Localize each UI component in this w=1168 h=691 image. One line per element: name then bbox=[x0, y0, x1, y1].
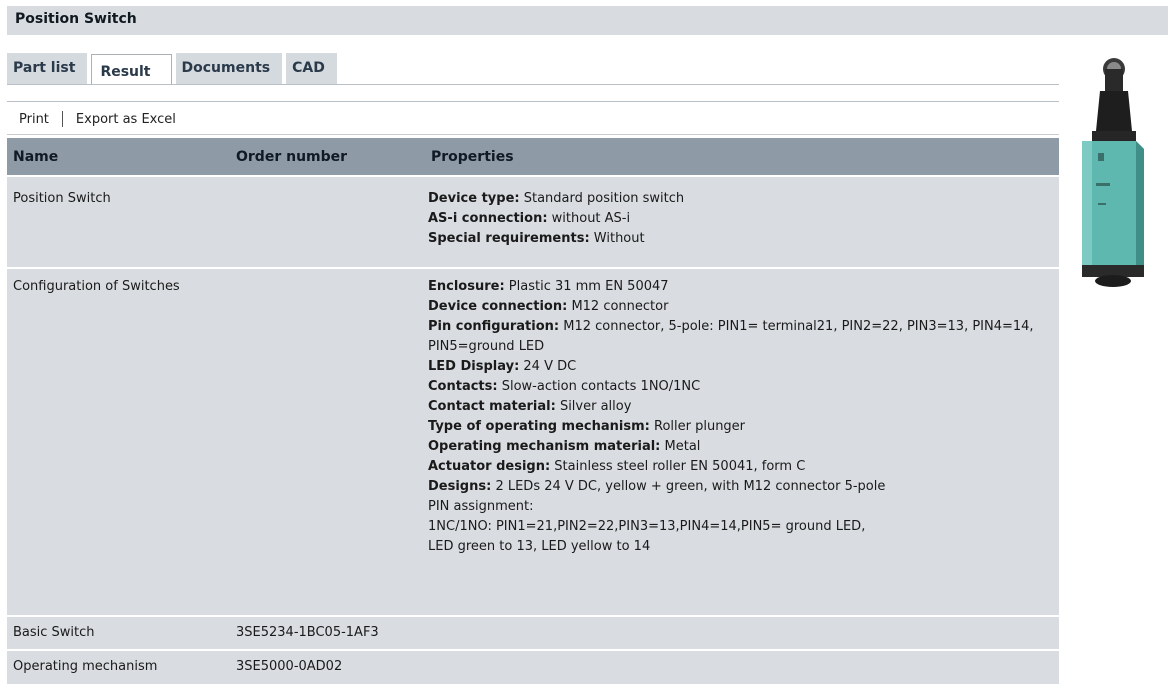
property-key: Type of operating mechanism: bbox=[428, 419, 650, 434]
column-header-order-number: Order number bbox=[230, 138, 425, 176]
pin-assignment-line: PIN assignment: bbox=[428, 499, 534, 514]
row-name: Configuration of Switches bbox=[7, 267, 230, 616]
property-line: Designs: 2 LEDs 24 V DC, yellow + green,… bbox=[428, 477, 1055, 497]
row-order-number bbox=[230, 267, 425, 616]
property-value: 2 LEDs 24 V DC, yellow + green, with M12… bbox=[491, 479, 886, 494]
property-line: AS-i connection: without AS-i bbox=[428, 209, 1055, 229]
pin-assignment-line: 1NC/1NO: PIN1=21,PIN2=22,PIN3=13,PIN4=14… bbox=[428, 519, 866, 534]
property-value: Roller plunger bbox=[649, 419, 746, 434]
row-properties: Enclosure: Plastic 31 mm EN 50047 Device… bbox=[425, 267, 1059, 616]
column-header-name: Name bbox=[7, 138, 230, 176]
tab-divider bbox=[7, 84, 1059, 85]
tab-cad[interactable]: CAD bbox=[286, 53, 337, 85]
results-table: Name Order number Properties Position Sw… bbox=[7, 138, 1059, 684]
row-properties bbox=[425, 615, 1059, 650]
property-value: Plastic 31 mm EN 50047 bbox=[504, 279, 669, 294]
row-properties: Device type: Standard position switch AS… bbox=[425, 175, 1059, 268]
row-order-number[interactable]: 3SE5000-0AD02 bbox=[230, 649, 425, 684]
export-excel-link[interactable]: Export as Excel bbox=[76, 112, 176, 127]
property-line: Device type: Standard position switch bbox=[428, 189, 1055, 209]
tab-bar: Part list Result Documents CAD bbox=[7, 53, 337, 85]
column-header-properties: Properties bbox=[425, 138, 1059, 176]
table-header-row: Name Order number Properties bbox=[7, 138, 1059, 176]
table-row: Configuration of Switches Enclosure: Pla… bbox=[7, 267, 1059, 616]
tab-result[interactable]: Result bbox=[91, 54, 172, 85]
property-key: Device connection: bbox=[428, 299, 568, 314]
property-line: Pin configuration: M12 connector, 5-pole… bbox=[428, 317, 1055, 357]
property-key: Device type: bbox=[428, 191, 520, 206]
table-row: Position Switch Device type: Standard po… bbox=[7, 175, 1059, 268]
property-value: without AS-i bbox=[547, 211, 631, 226]
property-line: Contacts: Slow-action contacts 1NO/1NC bbox=[428, 377, 1055, 397]
property-key: Pin configuration: bbox=[428, 319, 560, 334]
property-key: Operating mechanism material: bbox=[428, 439, 661, 454]
tab-part-list[interactable]: Part list bbox=[7, 53, 88, 85]
page-title: Position Switch bbox=[7, 6, 1168, 35]
table-row: Basic Switch 3SE5234-1BC05-1AF3 bbox=[7, 615, 1059, 650]
toolbar: Print Export as Excel bbox=[19, 111, 176, 127]
property-value: Stainless steel roller EN 50041, form C bbox=[550, 459, 806, 474]
pin-assignment-line: LED green to 13, LED yellow to 14 bbox=[428, 539, 651, 554]
row-properties bbox=[425, 649, 1059, 684]
toolbar-separator bbox=[61, 111, 63, 127]
row-name: Operating mechanism bbox=[7, 649, 230, 684]
print-link[interactable]: Print bbox=[19, 112, 49, 127]
property-value: Standard position switch bbox=[519, 191, 685, 206]
property-key: Special requirements: bbox=[428, 231, 590, 246]
tab-documents[interactable]: Documents bbox=[175, 53, 283, 85]
toolbar-top-divider bbox=[7, 101, 1059, 102]
property-key: Enclosure: bbox=[428, 279, 505, 294]
row-order-number bbox=[230, 175, 425, 268]
property-value: Metal bbox=[660, 439, 701, 454]
property-value: 24 V DC bbox=[519, 359, 577, 374]
position-switch-icon bbox=[1082, 58, 1144, 287]
property-key: Actuator design: bbox=[428, 459, 551, 474]
property-line: Contact material: Silver alloy bbox=[428, 397, 1055, 417]
property-value: M12 connector bbox=[567, 299, 669, 314]
row-name: Basic Switch bbox=[7, 615, 230, 650]
table-row: Operating mechanism 3SE5000-0AD02 bbox=[7, 649, 1059, 684]
property-key: LED Display: bbox=[428, 359, 520, 374]
property-key: AS-i connection: bbox=[428, 211, 548, 226]
row-order-number[interactable]: 3SE5234-1BC05-1AF3 bbox=[230, 615, 425, 650]
property-line: Actuator design: Stainless steel roller … bbox=[428, 457, 1055, 477]
property-line: Operating mechanism material: Metal bbox=[428, 437, 1055, 457]
toolbar-divider bbox=[7, 134, 1059, 135]
property-key: Contacts: bbox=[428, 379, 498, 394]
property-value: Silver alloy bbox=[555, 399, 632, 414]
property-value: Without bbox=[589, 231, 645, 246]
property-value: Slow-action contacts 1NO/1NC bbox=[497, 379, 701, 394]
property-line: Special requirements: Without bbox=[428, 229, 1055, 249]
position-switch-image bbox=[1070, 53, 1158, 293]
property-line: Device connection: M12 connector bbox=[428, 297, 1055, 317]
property-line: LED Display: 24 V DC bbox=[428, 357, 1055, 377]
row-name: Position Switch bbox=[7, 175, 230, 268]
property-key: Contact material: bbox=[428, 399, 556, 414]
property-line: Enclosure: Plastic 31 mm EN 50047 bbox=[428, 277, 1055, 297]
property-line: Type of operating mechanism: Roller plun… bbox=[428, 417, 1055, 437]
property-key: Designs: bbox=[428, 479, 492, 494]
